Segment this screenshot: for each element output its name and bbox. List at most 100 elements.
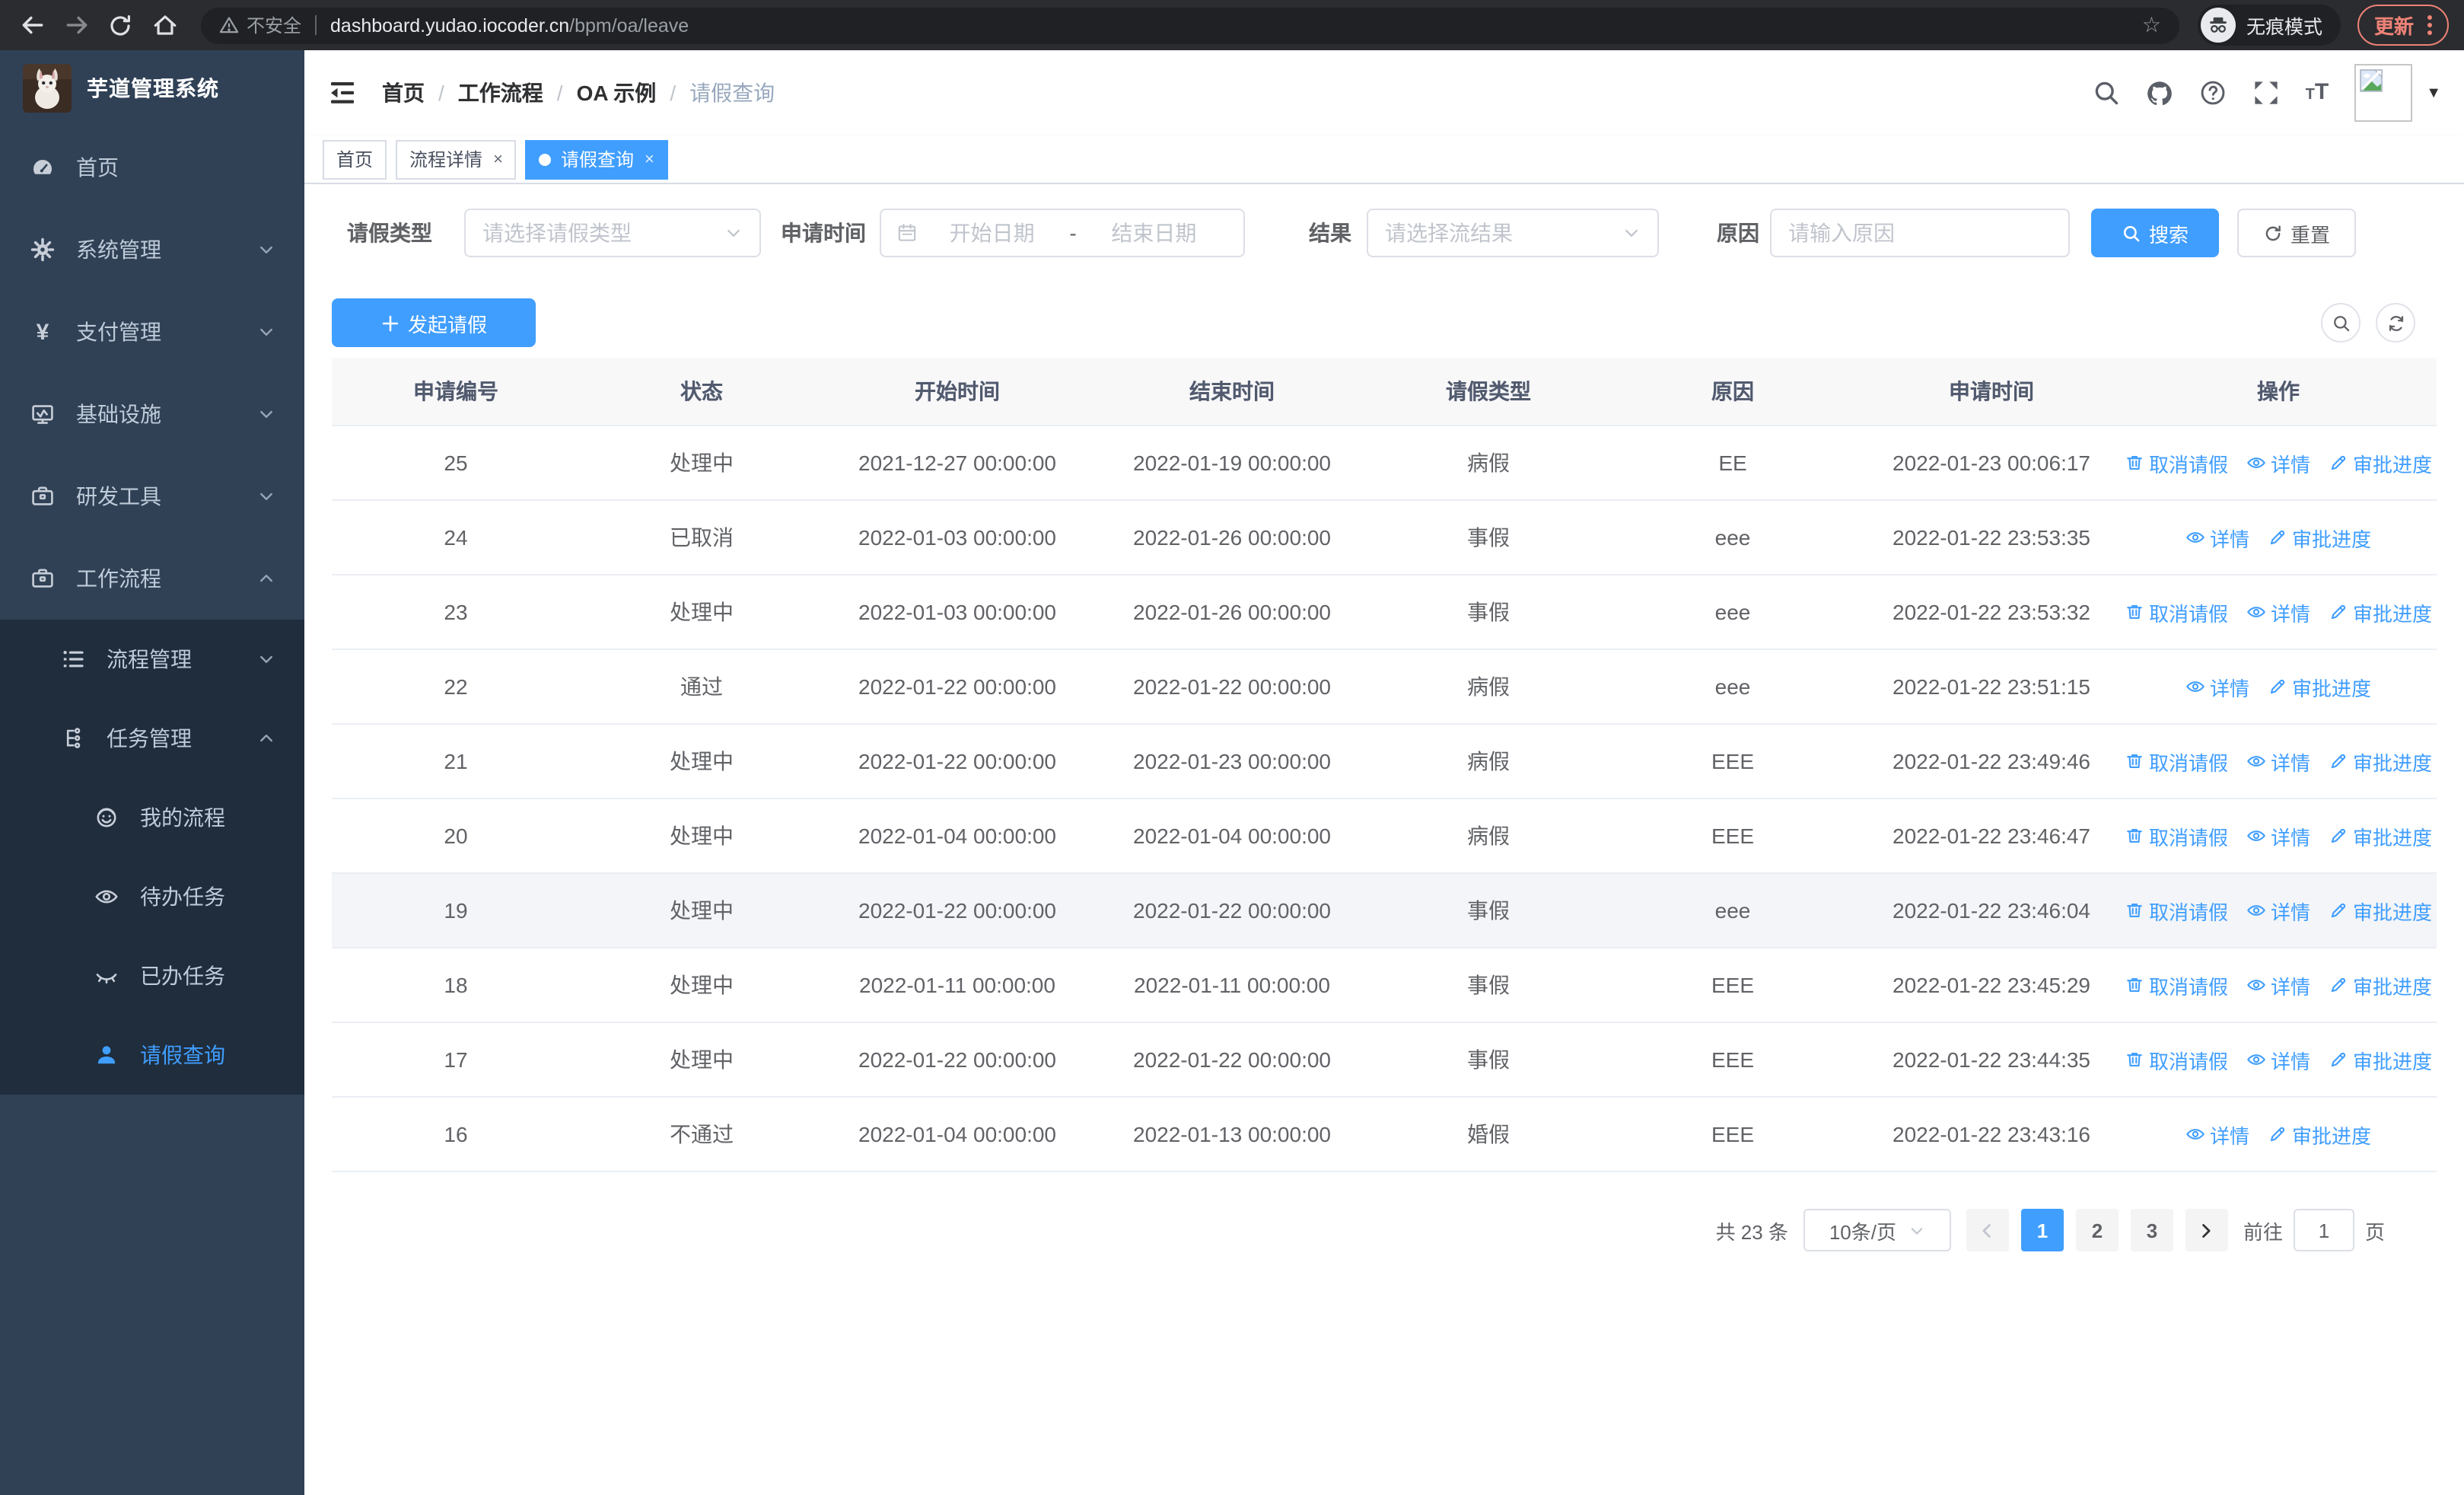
action-取消请假[interactable]: 取消请假: [2125, 598, 2228, 626]
github-icon[interactable]: [2146, 79, 2173, 107]
cell-leave-type: 事假: [1467, 973, 1510, 997]
page-button-1[interactable]: 1: [2020, 1209, 2064, 1251]
cell-actions: 取消请假 详情 审批进度: [2122, 598, 2435, 626]
help-icon[interactable]: [2199, 79, 2227, 107]
action-取消请假[interactable]: 取消请假: [2125, 448, 2228, 477]
action-审批进度[interactable]: 审批进度: [2329, 747, 2432, 776]
action-取消请假[interactable]: 取消请假: [2125, 1045, 2228, 1074]
next-page-button[interactable]: [2185, 1209, 2228, 1251]
active-tab-dot: [539, 153, 552, 165]
sidebar-item-system[interactable]: 系统管理: [0, 209, 304, 291]
action-详情[interactable]: 详情: [2246, 448, 2310, 477]
action-审批进度[interactable]: 审批进度: [2329, 448, 2432, 477]
action-审批进度[interactable]: 审批进度: [2329, 971, 2432, 999]
browser-back-icon[interactable]: [15, 8, 49, 42]
browser-home-icon[interactable]: [148, 8, 181, 42]
user-avatar[interactable]: [2354, 64, 2413, 122]
sidebar-item-done-tasks[interactable]: 已办任务: [0, 936, 304, 1015]
user-menu-caret-icon[interactable]: ▼: [2426, 84, 2441, 101]
sidebar-item-process-mgmt[interactable]: 流程管理: [0, 620, 304, 699]
sidebar-item-task-mgmt[interactable]: 任务管理: [0, 699, 304, 778]
action-审批进度[interactable]: 审批进度: [2268, 523, 2371, 552]
sidebar-item-leave-query[interactable]: 请假查询: [0, 1015, 304, 1095]
action-详情[interactable]: 详情: [2185, 523, 2249, 552]
create-leave-button[interactable]: 发起请假: [332, 298, 536, 347]
breadcrumb-item[interactable]: 工作流程: [458, 78, 543, 108]
tab-请假查询[interactable]: 请假查询 ×: [525, 139, 668, 179]
app-logo-row[interactable]: 芋道管理系统: [0, 50, 304, 126]
reason-input[interactable]: 请输入原因: [1770, 209, 2070, 257]
action-详情[interactable]: 详情: [2246, 896, 2310, 925]
sidebar-item-home[interactable]: 首页: [0, 126, 304, 209]
action-label: 审批进度: [2292, 528, 2372, 550]
action-详情[interactable]: 详情: [2185, 672, 2249, 701]
site-security[interactable]: 不安全: [219, 12, 301, 38]
action-审批进度[interactable]: 审批进度: [2329, 896, 2432, 925]
sidebar-item-workflow[interactable]: 工作流程: [0, 537, 304, 620]
date-end-placeholder[interactable]: 结束日期: [1080, 218, 1228, 248]
text-size-icon[interactable]: TT: [2306, 81, 2329, 105]
action-label: 审批进度: [2353, 453, 2433, 476]
sidebar-item-my-process[interactable]: 我的流程: [0, 778, 304, 857]
goto-page-input[interactable]: [2293, 1209, 2354, 1251]
page-buttons: 123: [2020, 1209, 2173, 1251]
fullscreen-icon[interactable]: [2252, 79, 2280, 107]
action-审批进度[interactable]: 审批进度: [2329, 821, 2432, 850]
date-start-placeholder[interactable]: 开始日期: [918, 218, 1066, 248]
sidebar-item-payment[interactable]: ¥ 支付管理: [0, 291, 304, 373]
browser-menu-icon[interactable]: [2427, 15, 2432, 35]
browser-forward-icon[interactable]: [59, 8, 93, 42]
trash-icon: [2125, 751, 2144, 771]
action-审批进度[interactable]: 审批进度: [2329, 1045, 2432, 1074]
cell-status: 处理中: [670, 824, 734, 848]
tab-流程详情[interactable]: 流程详情 ×: [396, 139, 517, 179]
cell-reason: eee: [1714, 525, 1751, 550]
cell-id: 19: [444, 898, 468, 923]
address-bar[interactable]: 不安全 dashboard.yudao.iocoder.cn/bpm/oa/le…: [201, 7, 2179, 43]
browser-reload-icon[interactable]: [103, 8, 137, 42]
action-详情[interactable]: 详情: [2246, 971, 2310, 999]
cell-id: 17: [444, 1047, 468, 1072]
action-详情[interactable]: 详情: [2185, 1120, 2249, 1149]
bookmark-star-icon[interactable]: ☆: [2142, 12, 2161, 38]
refresh-table-button[interactable]: [2376, 303, 2415, 343]
cell-id: 25: [444, 451, 468, 475]
search-icon[interactable]: [2093, 79, 2120, 107]
action-审批进度[interactable]: 审批进度: [2268, 1120, 2371, 1149]
action-审批进度[interactable]: 审批进度: [2329, 598, 2432, 626]
sidebar-item-todo-tasks[interactable]: 待办任务: [0, 857, 304, 936]
toggle-search-button[interactable]: [2321, 303, 2361, 343]
pagination-total: 共 23 条: [1715, 1220, 1788, 1243]
reset-button[interactable]: 重置: [2237, 209, 2356, 257]
sidebar-item-dev-tools[interactable]: 研发工具: [0, 455, 304, 537]
search-button[interactable]: 搜索: [2091, 209, 2219, 257]
sidebar-collapse-icon[interactable]: [327, 78, 358, 108]
action-详情[interactable]: 详情: [2246, 747, 2310, 776]
page-button-2[interactable]: 2: [2075, 1209, 2119, 1251]
sidebar-item-infrastructure[interactable]: 基础设施: [0, 373, 304, 455]
action-审批进度[interactable]: 审批进度: [2268, 672, 2371, 701]
close-tab-icon[interactable]: ×: [493, 150, 503, 168]
breadcrumb-item[interactable]: OA 示例: [577, 78, 657, 108]
action-取消请假[interactable]: 取消请假: [2125, 971, 2228, 999]
page-size-select[interactable]: 10条/页: [1803, 1209, 1951, 1251]
column-header: 开始时间: [915, 379, 1000, 403]
breadcrumb-item[interactable]: 首页: [382, 78, 425, 108]
eye-icon: [2185, 1124, 2205, 1144]
cell-reason: EEE: [1711, 749, 1754, 773]
browser-update-button[interactable]: 更新: [2357, 5, 2449, 46]
action-取消请假[interactable]: 取消请假: [2125, 896, 2228, 925]
apply-time-range-picker[interactable]: 开始日期 - 结束日期: [880, 209, 1245, 257]
action-详情[interactable]: 详情: [2246, 821, 2310, 850]
cell-apply-time: 2022-01-22 23:49:46: [1893, 749, 2090, 773]
action-取消请假[interactable]: 取消请假: [2125, 747, 2228, 776]
tab-首页[interactable]: 首页: [323, 139, 387, 179]
close-tab-icon[interactable]: ×: [645, 150, 654, 168]
result-select[interactable]: 请选择流结果: [1367, 209, 1659, 257]
leave-type-select[interactable]: 请选择请假类型: [464, 209, 761, 257]
action-详情[interactable]: 详情: [2246, 1045, 2310, 1074]
action-取消请假[interactable]: 取消请假: [2125, 821, 2228, 850]
page-button-3[interactable]: 3: [2130, 1209, 2173, 1251]
prev-page-button[interactable]: [1966, 1209, 2009, 1251]
action-详情[interactable]: 详情: [2246, 598, 2310, 626]
